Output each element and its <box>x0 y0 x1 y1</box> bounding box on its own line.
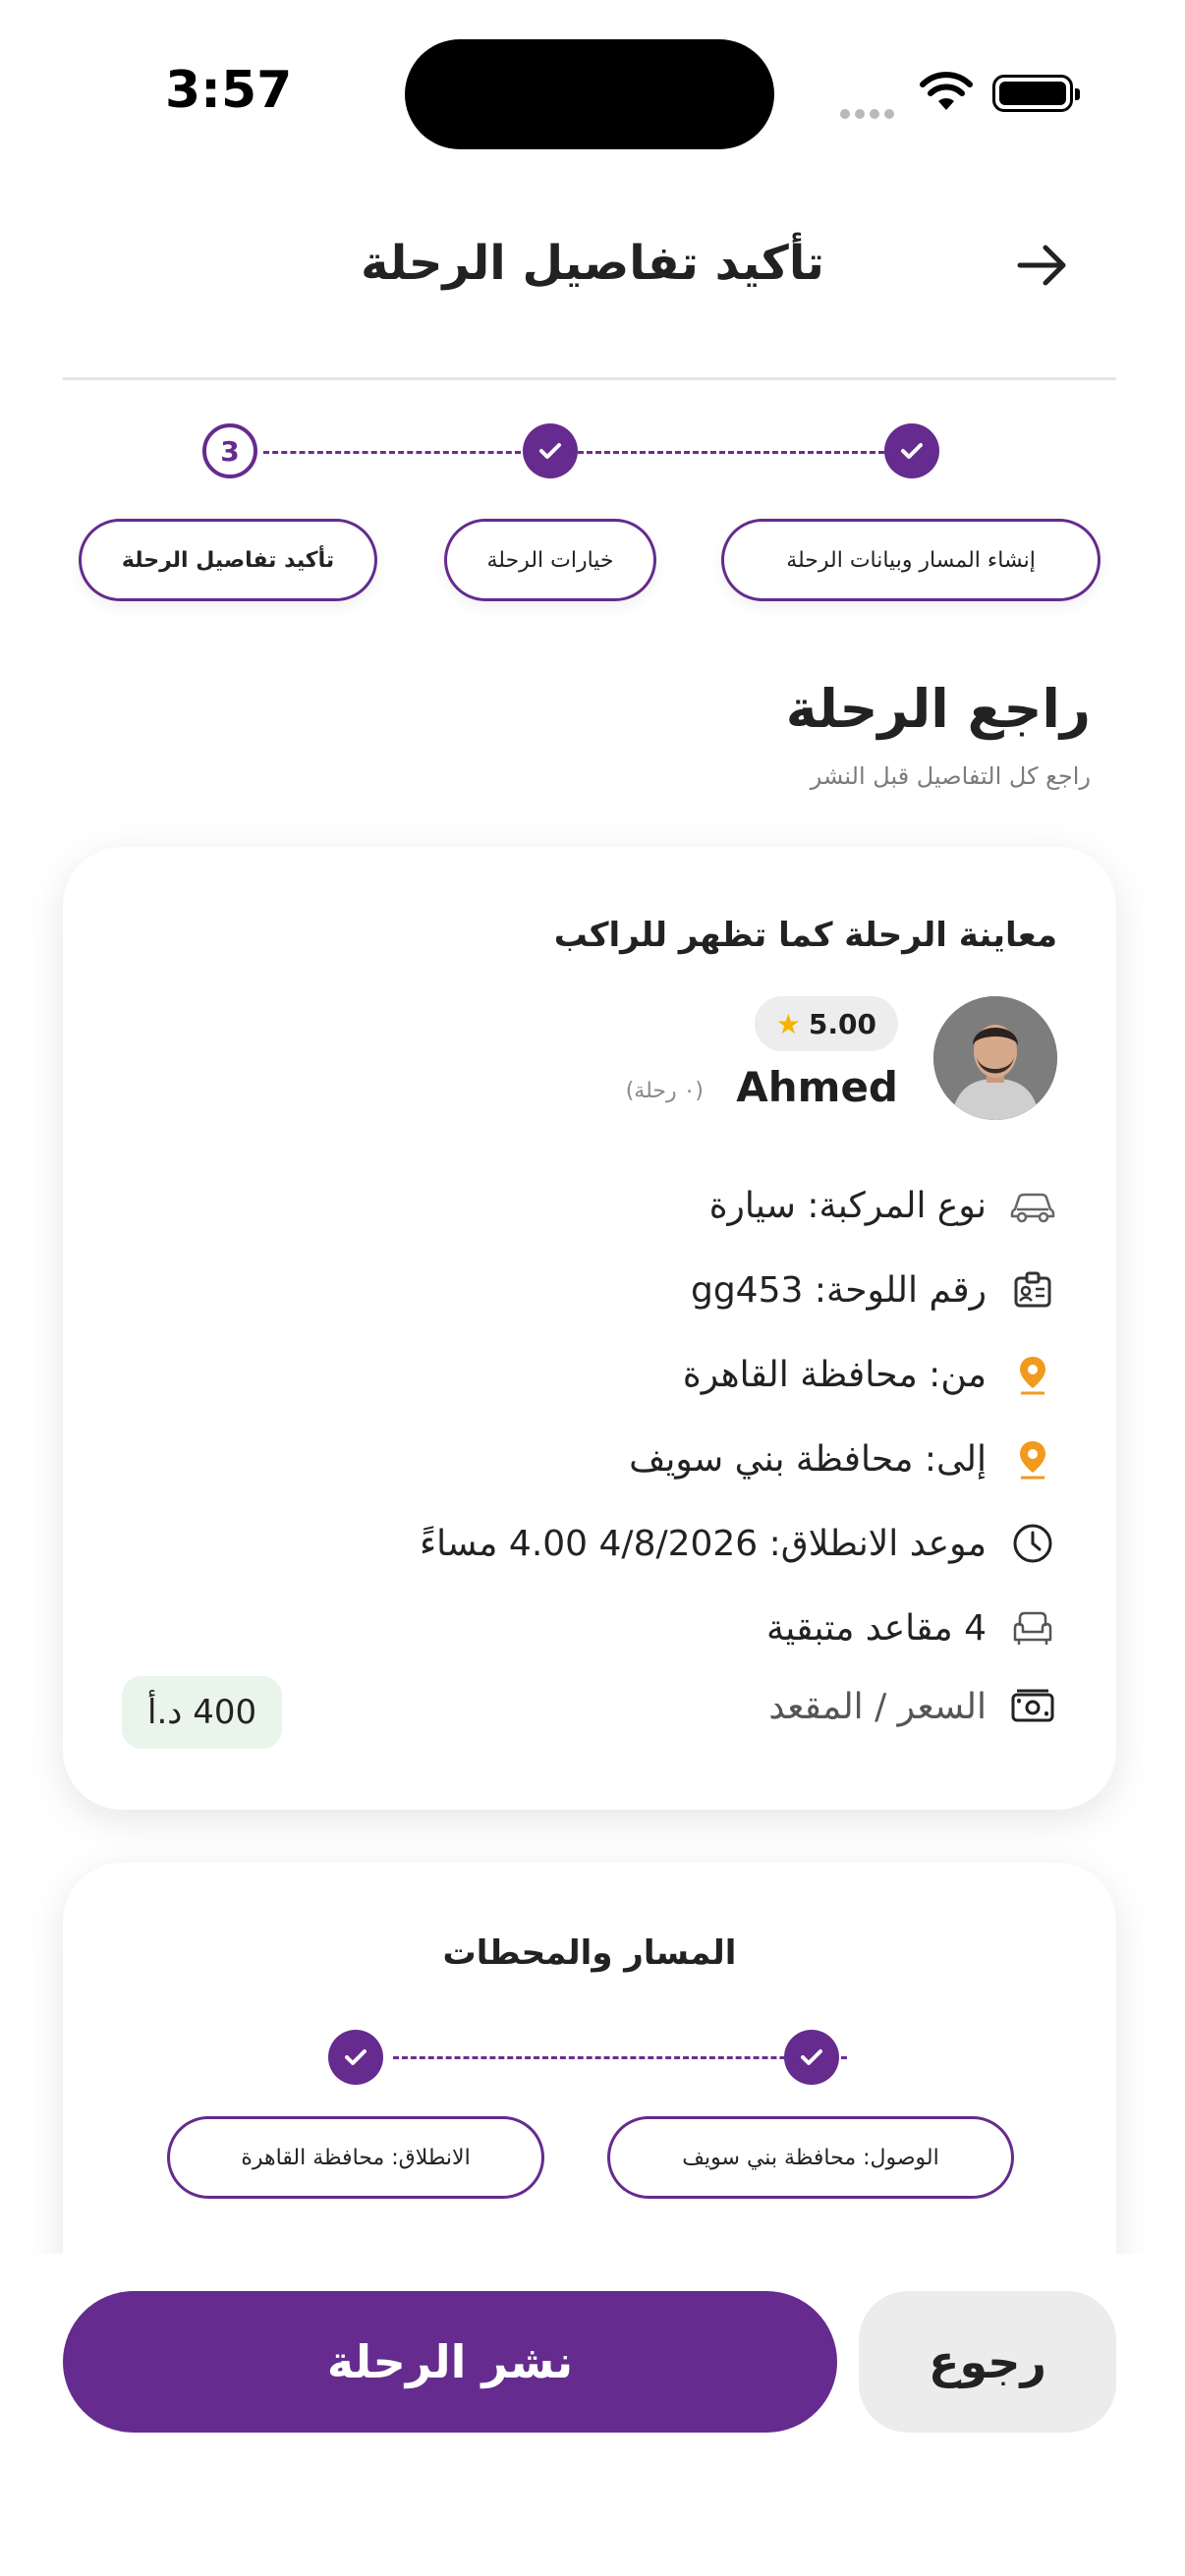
preview-card-title: معاينة الرحلة كما تظهر للراكب <box>553 916 1057 955</box>
vehicle-type-text: نوع المركبة: سيارة <box>708 1185 987 1226</box>
departure-pill: الانطلاق: محافظة القاهرة <box>167 2116 544 2199</box>
driver-rating: 5.00 <box>808 1007 876 1040</box>
location-pin-icon <box>1008 1350 1057 1399</box>
clock-icon <box>1008 1519 1057 1568</box>
publish-trip-button[interactable]: نشر الرحلة <box>63 2291 837 2433</box>
check-icon <box>539 443 561 459</box>
status-icons <box>840 69 1080 119</box>
departure-check <box>328 2030 383 2085</box>
plate-number-row: رقم اللوحة: gg453 <box>691 1265 1057 1315</box>
price-value-badge: 400 د.أ <box>122 1676 283 1749</box>
signal-icon <box>840 104 899 123</box>
driver-rating-badge: ★ 5.00 <box>754 996 898 1051</box>
review-subtitle: راجع كل التفاصيل قبل النشر <box>810 762 1091 790</box>
driver-trip-count: (٠ رحلة) <box>625 1079 704 1103</box>
stepper-connector <box>578 451 884 454</box>
price-value: 400 د.أ <box>147 1693 257 1732</box>
departure-time-row: موعد الانطلاق: 4/8/2026 4.00 مساءً <box>420 1519 1057 1568</box>
arrival-label: الوصول: محافظة بني سويف <box>682 2145 939 2170</box>
page-title: تأكيد تفاصيل الرحلة <box>361 236 824 291</box>
dynamic-island <box>405 39 774 149</box>
car-icon <box>1008 1181 1057 1230</box>
price-label: السعر / المقعد <box>768 1686 987 1727</box>
step-3-label: تأكيد تفاصيل الرحلة <box>121 547 335 573</box>
to-text: إلى: محافظة بني سويف <box>629 1438 987 1480</box>
step-3-number: 3 <box>220 434 240 468</box>
step-2-check <box>523 423 578 478</box>
vehicle-type-row: نوع المركبة: سيارة <box>709 1181 1057 1230</box>
route-card-title: المسار والمحطات <box>442 1933 737 1973</box>
check-icon <box>901 443 923 459</box>
back-button[interactable]: رجوع <box>859 2291 1116 2433</box>
arrival-pill: الوصول: محافظة بني سويف <box>607 2116 1014 2199</box>
step-1-check <box>884 423 939 478</box>
review-title: راجع الرحلة <box>785 678 1091 740</box>
step-2-pill[interactable]: خيارات الرحلة <box>444 519 656 601</box>
trip-preview-card: معاينة الرحلة كما تظهر للراكب ★ 5.00 Ahm… <box>63 847 1116 1810</box>
step-1-pill[interactable]: إنشاء المسار وبيانات الرحلة <box>721 519 1100 601</box>
plate-number-text: رقم اللوحة: gg453 <box>690 1269 987 1311</box>
departure-time-text: موعد الانطلاق: 4/8/2026 4.00 مساءً <box>420 1523 987 1564</box>
status-time: 3:57 <box>165 61 293 120</box>
step-2-label: خيارات الرحلة <box>486 547 614 573</box>
from-row: من: محافظة القاهرة <box>683 1350 1057 1399</box>
step-1-label: إنشاء المسار وبيانات الرحلة <box>786 547 1036 573</box>
wifi-icon <box>920 72 973 110</box>
seats-text: 4 مقاعد متبقية <box>765 1607 987 1649</box>
step-3-pill[interactable]: تأكيد تفاصيل الرحلة <box>79 519 377 601</box>
arrival-check <box>784 2030 839 2085</box>
step-3-indicator: 3 <box>202 423 257 478</box>
id-card-icon <box>1008 1265 1057 1315</box>
star-icon: ★ <box>775 1007 801 1040</box>
to-row: إلى: محافظة بني سويف <box>629 1434 1057 1484</box>
seats-row: 4 مقاعد متبقية <box>766 1603 1057 1652</box>
departure-label: الانطلاق: محافظة القاهرة <box>241 2145 471 2170</box>
check-icon <box>801 2049 822 2065</box>
from-text: من: محافظة القاهرة <box>682 1354 987 1395</box>
money-icon <box>1008 1682 1057 1731</box>
location-pin-icon <box>1008 1434 1057 1484</box>
header-divider <box>63 377 1116 380</box>
driver-avatar <box>933 996 1057 1120</box>
driver-name: Ahmed <box>736 1063 898 1111</box>
seat-icon <box>1008 1603 1057 1652</box>
check-icon <box>345 2049 367 2065</box>
stepper-connector <box>263 451 521 454</box>
route-connector <box>393 2056 847 2059</box>
price-row: السعر / المقعد <box>768 1682 1057 1731</box>
battery-icon <box>992 75 1080 112</box>
